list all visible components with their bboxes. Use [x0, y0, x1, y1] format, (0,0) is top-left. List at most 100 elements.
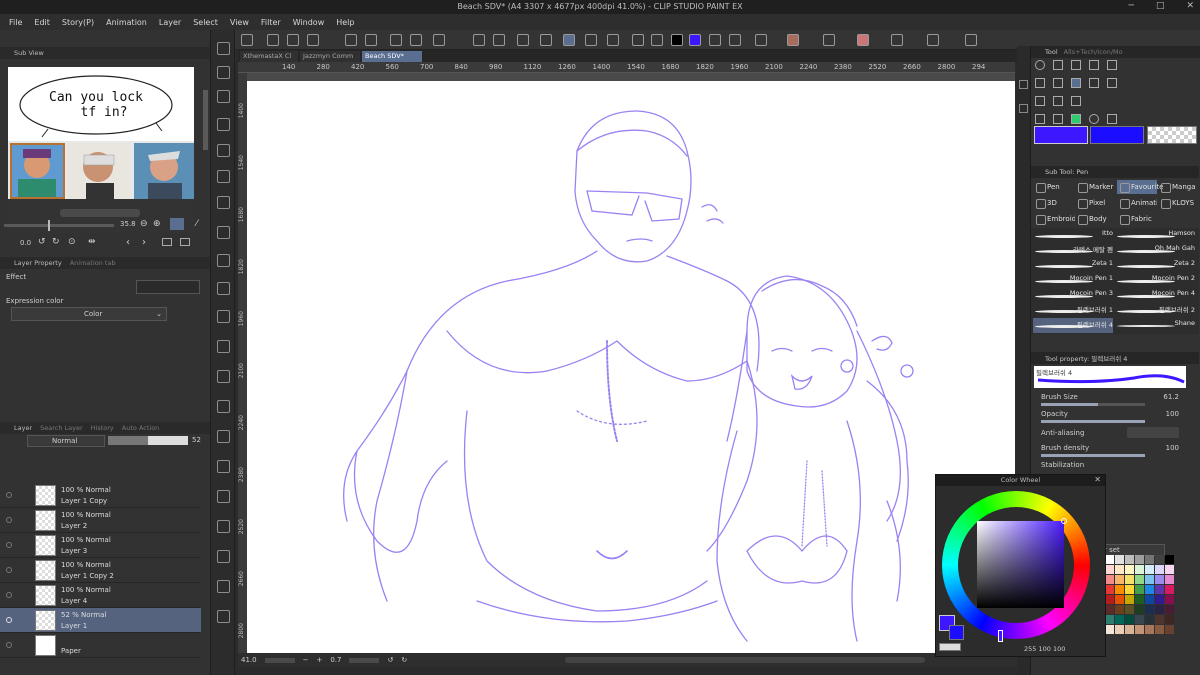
subtool-group-manga[interactable]: Manga	[1158, 180, 1198, 194]
selection-tool-icon[interactable]	[217, 118, 230, 131]
brush-item[interactable]: Zeta 2	[1115, 258, 1195, 273]
color-swatch[interactable]	[1165, 565, 1174, 574]
doc-tab-beach[interactable]: Beach SDV*	[362, 51, 422, 62]
color-swatch[interactable]	[1125, 565, 1134, 574]
eraser-tool-icon[interactable]	[217, 282, 230, 295]
hue-handle[interactable]	[998, 630, 1003, 642]
layer-row[interactable]: 100 % Normal Layer 4	[0, 583, 201, 608]
menu-filter[interactable]: Filter	[261, 18, 281, 27]
pen-tool-icon[interactable]	[1071, 78, 1081, 88]
tool-tab[interactable]: Tool	[1045, 48, 1058, 56]
color-swatch[interactable]	[1145, 625, 1154, 634]
subtool-group-pixel[interactable]: Pixel	[1075, 196, 1117, 210]
color-swatch[interactable]	[1135, 575, 1144, 584]
color-swatch[interactable]	[1105, 595, 1114, 604]
color-swatch[interactable]	[1135, 555, 1144, 564]
color-swatch[interactable]	[1145, 555, 1154, 564]
color-swatch[interactable]	[1115, 555, 1124, 564]
import-icon[interactable]	[162, 238, 172, 246]
fit-icon[interactable]	[170, 218, 184, 230]
panel-toggle-icon[interactable]	[1019, 104, 1028, 113]
brush-item[interactable]: Oh Mah Gah	[1115, 243, 1195, 258]
visibility-icon[interactable]	[6, 642, 12, 648]
color-swatch[interactable]	[1135, 565, 1144, 574]
subtool-group-animation[interactable]: Animation	[1117, 196, 1157, 210]
menu-story[interactable]: Story(P)	[62, 18, 94, 27]
doc-tab-xthemastax[interactable]: XthemastaX Cl	[240, 51, 298, 62]
color-swatch[interactable]	[1115, 615, 1124, 624]
color-swatch[interactable]	[1115, 625, 1124, 634]
snap-ruler-icon[interactable]	[540, 34, 552, 46]
brush-item[interactable]: Mocoin Pen 1	[1033, 273, 1113, 288]
status-zoom[interactable]: 41.0	[241, 656, 257, 664]
zoom-tool-icon[interactable]	[217, 42, 230, 55]
pen-tool-icon[interactable]	[217, 170, 230, 183]
color-swatch[interactable]	[1145, 605, 1154, 614]
color-swatch[interactable]	[1115, 605, 1124, 614]
text-tool-icon[interactable]	[217, 490, 230, 503]
subtool-group-marker[interactable]: Marker	[1075, 180, 1117, 194]
color-set-palette[interactable]	[1105, 555, 1192, 645]
operation-tool-icon[interactable]	[217, 66, 230, 79]
color-swatch[interactable]	[1125, 585, 1134, 594]
zoom-out-small-icon[interactable]: −	[303, 656, 309, 664]
blend-tool-icon[interactable]	[217, 310, 230, 323]
zoom-tool-icon[interactable]	[1035, 60, 1045, 70]
color-swatch[interactable]	[1145, 575, 1154, 584]
history-tab[interactable]: History	[91, 424, 114, 432]
auto-action-tab[interactable]: Auto Action	[122, 424, 160, 432]
zoom-out-icon[interactable]: ⊖	[140, 219, 148, 229]
save-icon[interactable]	[307, 34, 319, 46]
close-icon[interactable]: ✕	[1094, 475, 1101, 484]
airbrush-tool-icon[interactable]	[217, 254, 230, 267]
zoom-in-small-icon[interactable]: +	[316, 656, 322, 664]
deselect-icon[interactable]	[473, 34, 485, 46]
color-swatch[interactable]	[1135, 605, 1144, 614]
rotate-right-icon[interactable]: ↻	[52, 237, 60, 247]
black-swatch-icon[interactable]	[671, 34, 683, 46]
subtool-group-3d[interactable]: 3D	[1033, 196, 1075, 210]
color-swatch[interactable]	[1105, 605, 1114, 614]
rotate-tool-icon[interactable]	[1071, 60, 1081, 70]
transform-icon[interactable]	[433, 34, 445, 46]
color-swatch[interactable]	[1145, 585, 1154, 594]
visibility-icon[interactable]	[6, 492, 12, 498]
gradient-tool-icon[interactable]	[217, 370, 230, 383]
tool-property-tab[interactable]: Tool property: 필렉브러쉬 4	[1045, 353, 1127, 363]
layer-options-row[interactable]	[55, 451, 205, 463]
text-tool-icon[interactable]	[1053, 78, 1063, 88]
rotate-left-icon[interactable]: ↺	[38, 237, 46, 247]
status-angle[interactable]: 0.7	[330, 656, 341, 664]
color-swatch[interactable]	[1165, 575, 1174, 584]
brush-size-value[interactable]: 61.2	[1163, 393, 1179, 401]
crop-icon[interactable]	[517, 34, 529, 46]
opacity-slider[interactable]	[1041, 420, 1145, 423]
brush-item[interactable]: 필렉브러쉬 1	[1033, 303, 1113, 318]
brush-tool-icon[interactable]	[1107, 78, 1117, 88]
color-wheel-panel[interactable]: Color Wheel ✕ 255 100 100	[935, 474, 1106, 657]
visibility-icon[interactable]	[6, 592, 12, 598]
zoom-in-icon[interactable]: ⊕	[153, 219, 161, 229]
brush-item[interactable]: Shane	[1115, 318, 1195, 333]
color-mixing-icon[interactable]	[651, 34, 663, 46]
move-layer-tool-icon[interactable]	[217, 90, 230, 103]
color-swatch[interactable]	[1165, 595, 1174, 604]
eyedropper-tool-icon[interactable]	[217, 144, 230, 157]
color-swatch[interactable]	[1155, 575, 1164, 584]
menu-view[interactable]: View	[230, 18, 249, 27]
transparent-color-chip[interactable]	[1147, 126, 1197, 144]
saturation-value-square[interactable]	[977, 521, 1064, 608]
menu-file[interactable]: File	[9, 18, 22, 27]
zoom-slider-bar[interactable]	[264, 657, 295, 663]
maximize-button[interactable]: □	[1156, 1, 1165, 11]
color-swatch[interactable]	[1165, 615, 1174, 624]
color-swatch[interactable]	[1155, 615, 1164, 624]
subtool-group-body[interactable]: Body	[1075, 212, 1117, 226]
color-swatch[interactable]	[1155, 605, 1164, 614]
gradient-tool-icon[interactable]	[1053, 114, 1063, 124]
select-tool-icon[interactable]	[1089, 60, 1099, 70]
layer-row[interactable]: Paper	[0, 633, 201, 658]
angle-slider-bar[interactable]	[349, 657, 380, 663]
help-icon[interactable]	[632, 34, 644, 46]
wheel-sub-color-chip[interactable]	[949, 625, 964, 640]
